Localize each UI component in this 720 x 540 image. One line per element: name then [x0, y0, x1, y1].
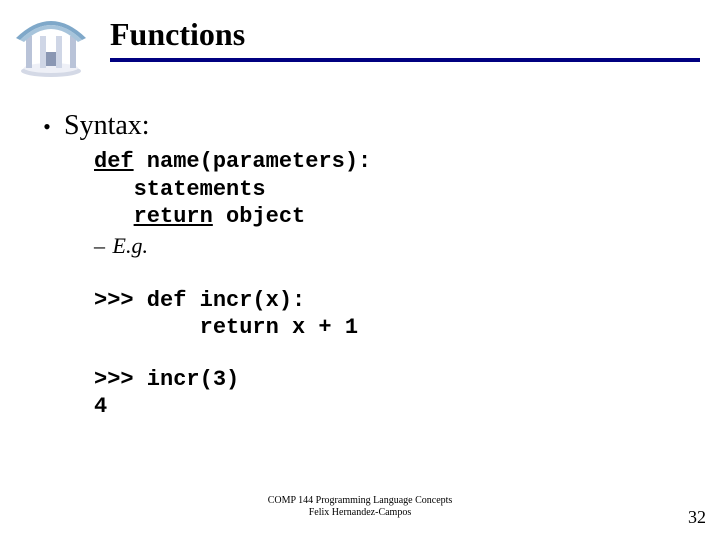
example-label-row: – E.g.	[94, 233, 690, 259]
keyword-return: return	[134, 204, 213, 229]
slide-footer: COMP 144 Programming Language Concepts F…	[0, 495, 720, 518]
footer-line2: Felix Hernandez-Campos	[0, 507, 720, 519]
unc-old-well-logo	[10, 8, 92, 78]
slide-title: Functions	[110, 16, 245, 53]
code-object: object	[213, 204, 305, 229]
code-signature: name(parameters):	[134, 149, 372, 174]
keyword-def: def	[94, 149, 134, 174]
title-underline	[110, 58, 700, 62]
repl-block-2: >>> incr(3) 4	[94, 366, 690, 421]
repl1-line2: return x + 1	[94, 314, 690, 342]
syntax-code: def name(parameters): statements return …	[94, 148, 690, 231]
repl1-line1: >>> def incr(x):	[94, 287, 690, 315]
footer-line1: COMP 144 Programming Language Concepts	[0, 495, 720, 507]
slide-content: • Syntax: def name(parameters): statemen…	[30, 110, 690, 421]
repl-block-1: >>> def incr(x): return x + 1	[94, 287, 690, 342]
code-line-3: return object	[94, 203, 690, 231]
repl2-line2: 4	[94, 393, 690, 421]
bullet-dot: •	[30, 114, 64, 140]
code-line-2: statements	[94, 176, 690, 204]
page-number: 32	[688, 507, 706, 528]
eg-label: E.g.	[113, 233, 148, 258]
syntax-bullet-row: • Syntax:	[30, 110, 690, 142]
code-statements: statements	[134, 177, 266, 202]
code-line-1: def name(parameters):	[94, 148, 690, 176]
syntax-label: Syntax:	[64, 110, 150, 142]
eg-dash: –	[94, 233, 105, 258]
repl2-line1: >>> incr(3)	[94, 366, 690, 394]
